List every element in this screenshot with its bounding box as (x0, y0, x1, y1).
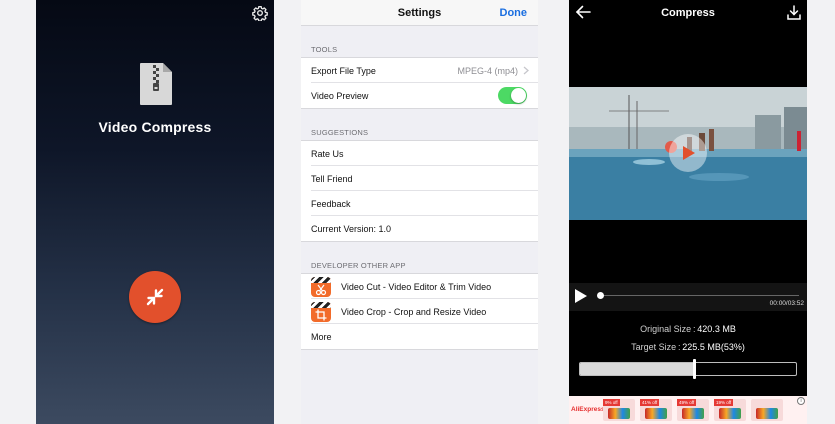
download-icon[interactable] (787, 5, 801, 20)
playback-time: 00:00/03:52 (769, 300, 804, 307)
ad-brand: AliExpress (571, 406, 605, 413)
video-cut-app-icon (311, 277, 331, 297)
compress-arrows-icon (146, 288, 164, 306)
play-icon[interactable] (575, 289, 587, 303)
ad-product[interactable]: 41% off (640, 399, 672, 421)
video-cut-label: Video Cut - Video Editor & Trim Video (341, 282, 492, 292)
app-title: Video Compress (98, 119, 212, 135)
video-preview-toggle[interactable] (498, 87, 527, 104)
current-version-row: Current Version: 1.0 (311, 216, 538, 241)
ad-product[interactable]: 9% off (603, 399, 635, 421)
slider-fill (580, 363, 694, 375)
video-crop-app-icon (311, 302, 331, 322)
target-size-line: Target Size : 225.5 MB(53%) (631, 342, 745, 352)
video-preview-label: Video Preview (311, 91, 369, 101)
tools-group: Export File Type MPEG-4 (mp4) Video Prev… (301, 57, 538, 109)
compress-button[interactable] (129, 271, 181, 323)
feedback-row[interactable]: Feedback (311, 191, 538, 216)
video-play-button[interactable] (669, 134, 707, 172)
chevron-right-icon (523, 66, 529, 75)
ad-tag: 19% off (714, 399, 734, 406)
seek-track[interactable] (599, 295, 799, 296)
nav-bar: Settings Done (301, 0, 538, 26)
video-preview[interactable] (569, 87, 807, 220)
section-header-suggestions: SUGGESTIONS (311, 128, 369, 137)
more-row[interactable]: More (311, 324, 538, 349)
ad-product[interactable]: 49% off (677, 399, 709, 421)
rate-us-label: Rate Us (311, 149, 344, 159)
gear-icon[interactable] (252, 5, 268, 21)
ad-tag: 41% off (640, 399, 660, 406)
original-size-line: Original Size : 420.3 MB (640, 324, 736, 334)
play-icon (683, 146, 695, 160)
developer-apps-group: Video Cut - Video Editor & Trim Video Vi… (301, 273, 538, 350)
ad-product[interactable] (751, 399, 783, 421)
done-button[interactable]: Done (500, 7, 528, 19)
ad-banner[interactable]: AliExpress 9% off 41% off 49% off 19% of… (569, 396, 807, 424)
ad-tag: 49% off (677, 399, 697, 406)
current-version-label: Current Version: 1.0 (311, 224, 392, 234)
target-size-slider[interactable] (579, 362, 797, 376)
target-size-label: Target Size (631, 342, 677, 352)
video-crop-label: Video Crop - Crop and Resize Video (341, 307, 487, 317)
playback-controls: 00:00/03:52 (569, 283, 807, 311)
screenshot-collage: Video Compress Settings Done TOOLS Expor… (0, 0, 835, 424)
zip-file-icon (140, 63, 172, 105)
suggestions-group: Rate Us Tell Friend Feedback Current Ver… (301, 140, 538, 242)
tell-friend-label: Tell Friend (311, 174, 353, 184)
compress-title: Compress (661, 7, 715, 19)
original-size-label: Original Size (640, 324, 692, 334)
app-row-video-cut[interactable]: Video Cut - Video Editor & Trim Video (311, 274, 538, 299)
more-label: More (311, 332, 332, 342)
feedback-label: Feedback (311, 199, 351, 209)
ad-product[interactable]: 19% off (714, 399, 746, 421)
section-header-tools: TOOLS (311, 45, 338, 54)
ad-tag: 9% off (603, 399, 620, 406)
slider-handle[interactable] (693, 359, 696, 379)
settings-screen: Settings Done TOOLS Export File Type MPE… (301, 0, 538, 424)
target-size-value: 225.5 MB(53%) (682, 342, 745, 352)
toggle-knob (511, 88, 526, 103)
compress-screen: Compress 00:00/03:52 Original Size: 420… (569, 0, 807, 424)
ad-info-icon[interactable]: i (797, 397, 805, 405)
tell-friend-row[interactable]: Tell Friend (311, 166, 538, 191)
rate-us-row[interactable]: Rate Us (311, 141, 538, 166)
app-row-video-crop[interactable]: Video Crop - Crop and Resize Video (311, 299, 538, 324)
section-header-developer: DEVELOPER OTHER APP (311, 261, 406, 270)
export-file-type-row[interactable]: Export File Type MPEG-4 (mp4) (311, 58, 538, 83)
export-file-type-value: MPEG-4 (mp4) (457, 66, 518, 76)
original-size-value: 420.3 MB (697, 324, 736, 334)
video-preview-row: Video Preview (311, 83, 538, 108)
export-file-type-label: Export File Type (311, 66, 376, 76)
splash-screen: Video Compress (36, 0, 274, 424)
seek-thumb[interactable] (597, 292, 604, 299)
